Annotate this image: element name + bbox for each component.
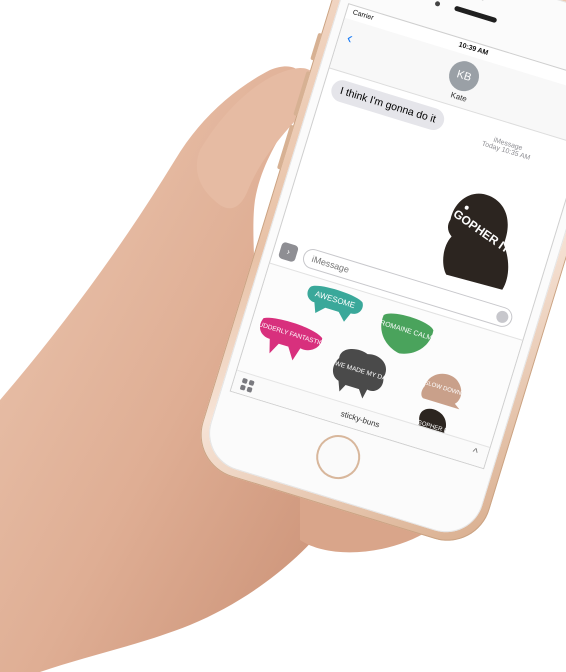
message-service-label: iMessage Today 10:35 AM [481,134,533,162]
apps-expand-button[interactable]: › [277,241,300,263]
sent-sticker-gopher[interactable]: GOPHER IT [423,178,538,300]
back-chevron-icon[interactable]: ‹ [344,30,355,49]
sticker-udderly[interactable]: UDDERLY FANTASTIC [249,309,329,372]
scene: Carrier 10:39 AM ‹ KB Kate i I think I'm… [0,0,566,672]
